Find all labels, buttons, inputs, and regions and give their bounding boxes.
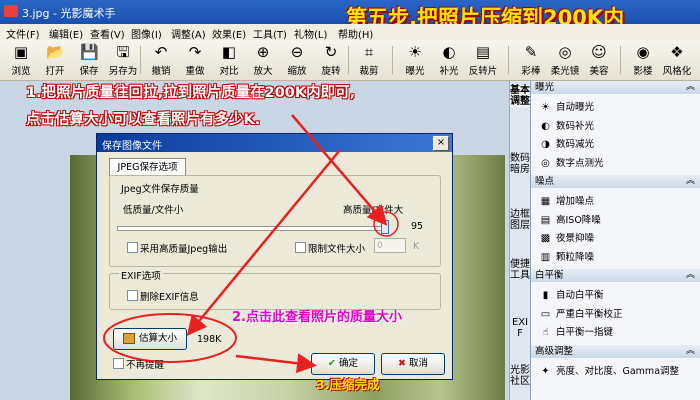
side-tab-1[interactable]: 数码暗房: [510, 153, 530, 175]
panel-section-title: 曝光: [535, 82, 555, 93]
arrow-to-estimate: [186, 149, 341, 336]
side-tab-2[interactable]: 边框图层: [510, 209, 530, 231]
panel-item-label: 数字点测光: [556, 157, 604, 169]
panel-item-icon: ◎: [541, 157, 550, 169]
collapse-icon[interactable]: ︽: [686, 175, 695, 188]
panel-item-label: 高ISO降噪: [556, 214, 601, 226]
panel-item[interactable]: ◎ 数字点测光: [539, 155, 604, 169]
collapse-icon[interactable]: ︽: [686, 81, 695, 94]
panel-item[interactable]: ▤ 高ISO降噪: [539, 212, 601, 226]
collapse-icon[interactable]: ︽: [686, 269, 695, 282]
panel-item-label: 数码减光: [556, 139, 595, 150]
panel-section-title: 高级调整: [535, 345, 574, 357]
panel-item-label: 夜景抑噪: [556, 233, 595, 244]
side-tabs: 基本调整数码暗房边框图层便捷工具 EXIF 光影社区: [509, 81, 530, 400]
panel-item-label: 白平衡一指键: [556, 327, 614, 338]
panel-item-icon: ▦: [540, 196, 551, 207]
panel-item-label: 亮度、对比度、Gamma调整: [556, 365, 680, 377]
panel-item-icon: ◑: [541, 139, 550, 150]
panel-item-icon: ☝: [542, 327, 549, 338]
panel-item[interactable]: ◑ 数码减光: [539, 136, 594, 150]
panel-item-label: 自动白平衡: [556, 290, 604, 301]
panel-item-label: 颗粒降噪: [556, 251, 595, 263]
panel-item[interactable]: ▥ 颗粒降噪: [539, 249, 594, 263]
adjust-panel: 曝光 ︽ ☀ 自动曝光 ◐ 数码补光 ◑ 数码减光 ◎ 数字点测光 噪点 ︽ ▦ 增加噪点 ▤ 高ISO降噪 ▩…: [530, 81, 700, 400]
panel-item-icon: ▮: [542, 290, 549, 301]
panel-item[interactable]: ◐ 数码补光: [539, 118, 594, 132]
panel-item-icon: ✦: [541, 365, 550, 377]
side-tab-4[interactable]: EXIF: [510, 317, 530, 339]
panel-item[interactable]: ✦ 亮度、对比度、Gamma调整: [539, 363, 679, 377]
panel-item-icon: ▤: [540, 214, 551, 226]
panel-item-icon: ☀: [541, 102, 550, 113]
slider-highlight-circle: [373, 211, 399, 237]
side-tab-3[interactable]: 便捷工具: [510, 259, 530, 281]
panel-item-icon: ▩: [540, 233, 551, 244]
panel-section-title: 噪点: [535, 176, 555, 187]
panel-item[interactable]: ▦ 增加噪点: [539, 193, 594, 207]
panel-item[interactable]: ▮ 自动白平衡: [539, 287, 604, 301]
panel-item-label: 数码补光: [556, 120, 595, 132]
arrow-to-slider: [291, 114, 388, 226]
panel-item[interactable]: ▭ 严重白平衡校正: [539, 306, 623, 320]
panel-item-icon: ▭: [540, 308, 551, 320]
panel-section-3[interactable]: 高级调整 ︽: [531, 344, 700, 358]
side-tab-0[interactable]: 基本调整: [510, 85, 530, 107]
arrow-to-ok: [235, 353, 317, 374]
panel-section-0[interactable]: 曝光 ︽: [531, 81, 700, 94]
step2-annotation: 2.点击此查看照片的质量大小: [232, 310, 402, 325]
panel-item[interactable]: ☝ 白平衡一指键: [539, 324, 613, 338]
panel-item-label: 增加噪点: [556, 196, 595, 207]
panel-item-icon: ◐: [541, 120, 550, 132]
side-tab-5[interactable]: 光影社区: [510, 365, 530, 387]
panel-item-label: 严重白平衡校正: [556, 308, 623, 320]
panel-section-title: 白平衡: [535, 270, 564, 281]
panel-item-label: 自动曝光: [556, 102, 595, 113]
panel-item[interactable]: ☀ 自动曝光: [539, 99, 594, 113]
panel-section-1[interactable]: 噪点 ︽: [531, 175, 700, 188]
estimate-highlight-circle: [103, 313, 237, 363]
panel-item-icon: ▥: [540, 251, 551, 263]
collapse-icon[interactable]: ︽: [686, 345, 695, 358]
step3-annotation: 3.压缩完成: [316, 377, 380, 392]
panel-section-2[interactable]: 白平衡 ︽: [531, 269, 700, 282]
panel-item[interactable]: ▩ 夜景抑噪: [539, 230, 594, 244]
